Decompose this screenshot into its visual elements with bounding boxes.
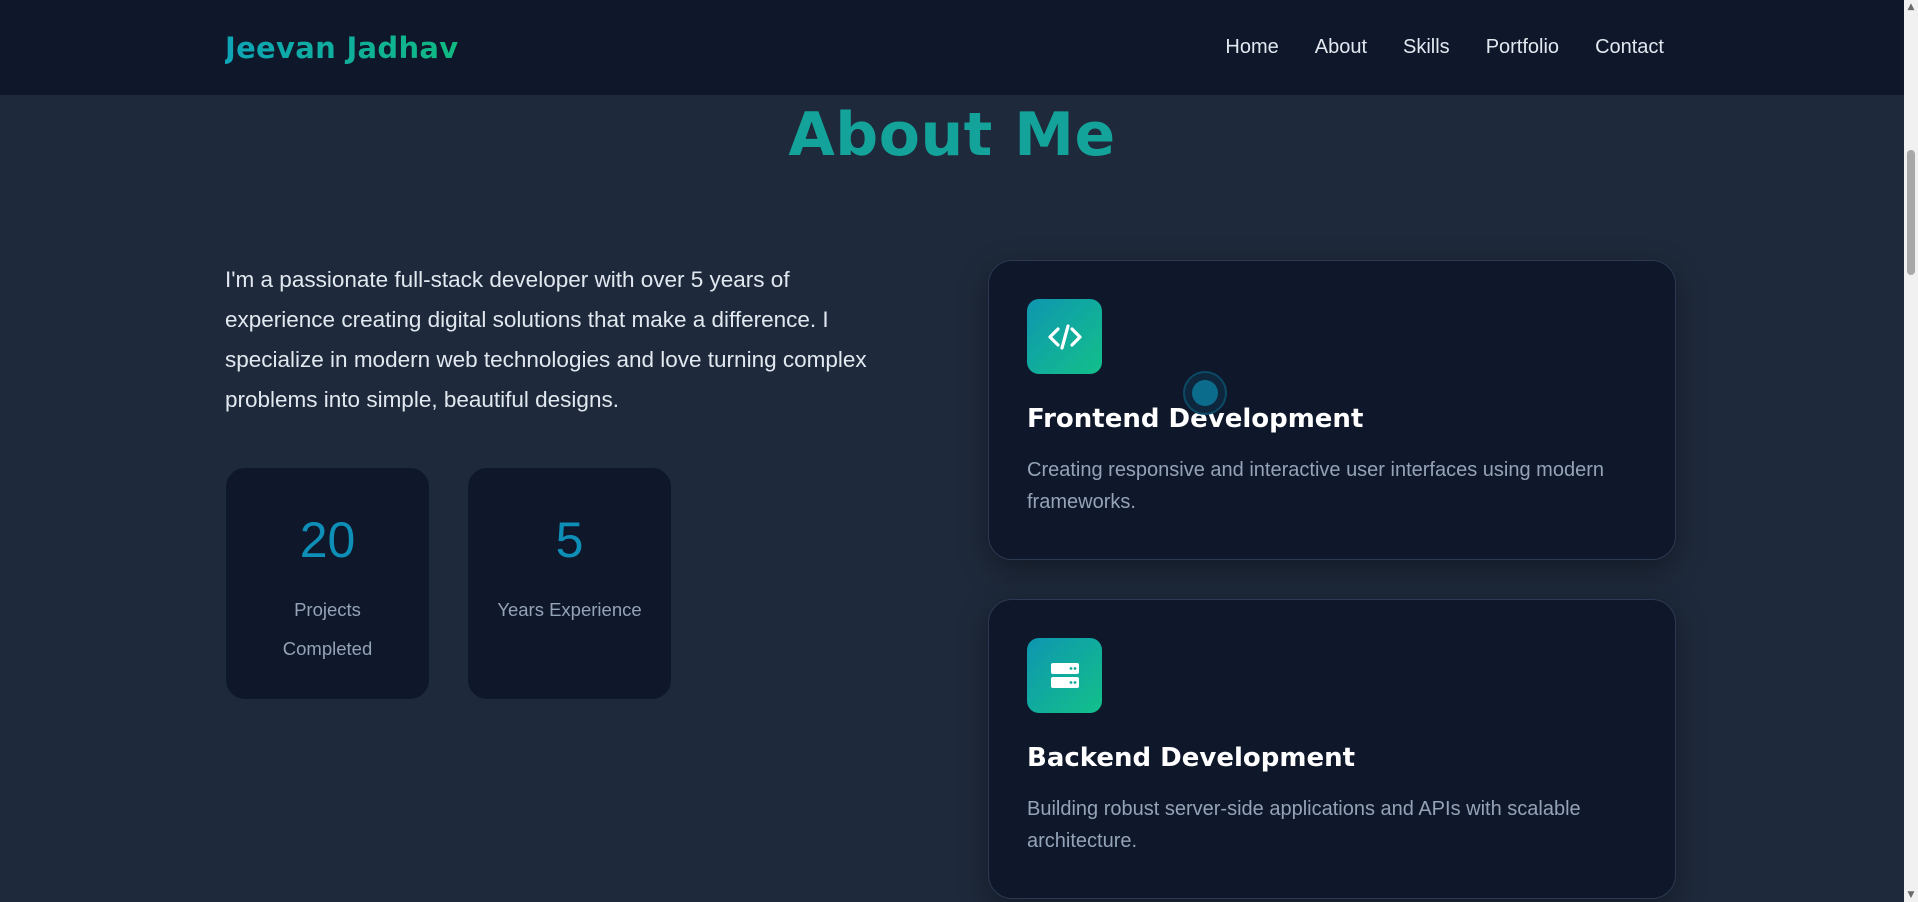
custom-cursor xyxy=(1183,371,1227,415)
page-scrollbar[interactable]: ▲ ▼ xyxy=(1904,0,1918,902)
service-description: Creating responsive and interactive user… xyxy=(1027,459,1604,513)
section-title: About Me xyxy=(788,100,1116,170)
service-description: Building robust server-side applications… xyxy=(1027,798,1581,852)
service-card-backend: Backend Development Building robust serv… xyxy=(988,599,1676,899)
stat-card-experience: 5 Years Experience xyxy=(467,467,672,700)
main-nav: Home About Skills Portfolio Contact xyxy=(1225,36,1664,59)
nav-contact-link[interactable]: Contact xyxy=(1595,36,1664,59)
server-icon-glyph xyxy=(1050,662,1079,688)
stat-label: Years Experience xyxy=(497,599,642,620)
stat-card-projects: 20 Projects Completed xyxy=(225,467,430,700)
code-icon xyxy=(1027,299,1102,374)
stat-number: 5 xyxy=(555,512,584,568)
page: Jeevan Jadhav Home About Skills Portfoli… xyxy=(0,0,1918,902)
server-icon xyxy=(1027,638,1102,713)
scroll-down-arrow-icon[interactable]: ▼ xyxy=(1904,888,1918,902)
nav-skills-link[interactable]: Skills xyxy=(1403,36,1450,59)
navbar: Jeevan Jadhav Home About Skills Portfoli… xyxy=(0,0,1904,95)
stat-number: 20 xyxy=(299,512,356,568)
code-icon-glyph xyxy=(1047,323,1082,350)
service-title: Backend Development xyxy=(1027,743,1356,773)
scrollbar-thumb[interactable] xyxy=(1907,150,1915,275)
nav-about-link[interactable]: About xyxy=(1315,36,1367,59)
service-title: Frontend Development xyxy=(1027,404,1364,434)
nav-home-link[interactable]: Home xyxy=(1225,36,1278,59)
about-paragraph: I'm a passionate full-stack developer wi… xyxy=(225,267,867,412)
scroll-up-arrow-icon[interactable]: ▲ xyxy=(1904,0,1918,14)
stats-row: 20 Projects Completed 5 Years Experience xyxy=(225,467,672,700)
nav-portfolio-link[interactable]: Portfolio xyxy=(1486,36,1559,59)
cursor-dot xyxy=(1192,380,1218,406)
service-card-frontend: Frontend Development Creating responsive… xyxy=(988,260,1676,560)
stat-label: Projects Completed xyxy=(282,599,373,659)
brand-logo[interactable]: Jeevan Jadhav xyxy=(225,31,458,65)
